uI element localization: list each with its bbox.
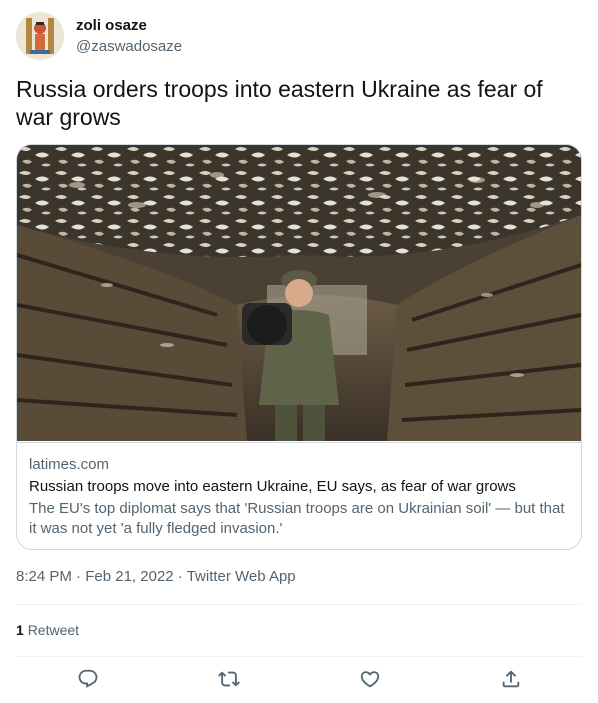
meta-separator: · [76,568,82,585]
card-image[interactable] [17,145,581,441]
tweet-text: Russia orders troops into eastern Ukrain… [16,76,543,130]
card-photo [17,145,581,441]
share-button[interactable] [499,667,523,691]
link-card[interactable]: latimes.com Russian troops move into eas… [16,144,582,550]
author-handle[interactable]: @zaswadosaze [76,37,182,57]
tweet-time[interactable]: 8:24 PM [16,568,72,585]
divider [16,656,582,657]
tweet-meta: 8:24 PM · Feb 21, 2022 · Twitter Web App [16,567,296,587]
reply-icon [78,669,98,688]
card-body[interactable]: latimes.com Russian troops move into eas… [17,442,581,549]
tweet: zoli osaze @zaswadosaze Russia orders tr… [0,0,598,703]
tweet-source[interactable]: Twitter Web App [187,568,296,585]
retweet-stat[interactable]: 1 Retweet [16,620,79,640]
like-icon [360,671,380,688]
retweet-count: 1 [16,622,24,638]
card-domain: latimes.com [29,456,110,473]
retweet-icon [218,671,240,687]
retweet-label: Retweet [27,622,80,638]
retweet-button[interactable] [217,667,241,691]
card-description: The EU's top diplomat says that 'Russian… [29,500,565,537]
meta-separator: · [177,568,183,585]
card-title: Russian troops move into eastern Ukraine… [29,478,516,495]
like-button[interactable] [358,667,382,691]
avatar-image [16,12,64,60]
reply-button[interactable] [76,667,100,691]
author-name[interactable]: zoli osaze [76,16,147,36]
tweet-date[interactable]: Feb 21, 2022 [85,568,173,585]
avatar[interactable] [16,12,64,60]
divider [16,604,582,605]
share-icon [502,670,520,688]
